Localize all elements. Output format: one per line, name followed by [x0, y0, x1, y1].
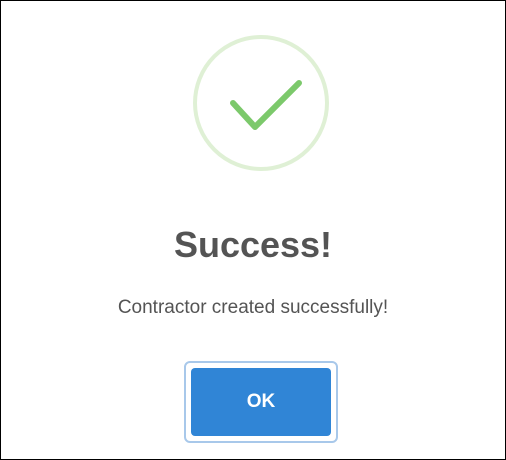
dialog-message: Contractor created successfully! [117, 297, 389, 318]
success-dialog: Success! Contractor created successfully… [0, 0, 506, 460]
success-icon-ring [193, 35, 329, 171]
ok-button[interactable]: OK [191, 368, 331, 436]
dialog-title: Success! [173, 224, 333, 265]
success-check-icon [230, 80, 302, 130]
ok-button-focus-ring: OK [184, 361, 338, 443]
